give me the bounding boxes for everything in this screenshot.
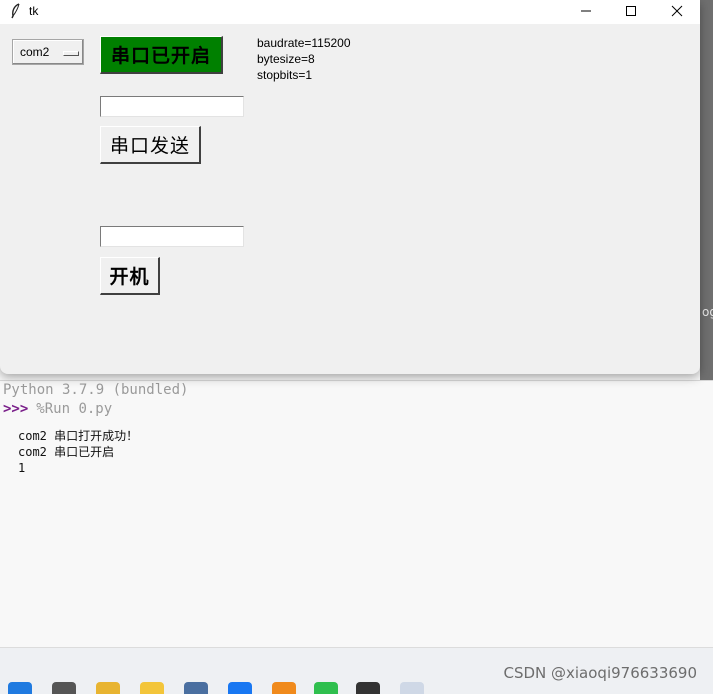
send-button[interactable]: 串口发送 — [100, 126, 201, 164]
bytesize-label: bytesize=8 — [257, 52, 315, 66]
shell-prompt-line: >>> %Run 0.py — [3, 401, 112, 417]
shell-output-line: 1 — [18, 461, 26, 475]
wechat-icon[interactable] — [314, 682, 338, 694]
minimize-icon — [581, 10, 591, 12]
send-input[interactable] — [100, 96, 244, 117]
shell-command: %Run 0.py — [36, 401, 113, 417]
close-icon — [671, 5, 683, 17]
feather-icon — [11, 3, 20, 19]
background-window-edge — [700, 0, 713, 380]
calculator-icon[interactable] — [184, 682, 208, 694]
file-explorer-icon[interactable] — [96, 682, 120, 694]
port-select-value: com2 — [20, 45, 50, 59]
background-window-text: og — [702, 305, 713, 319]
shell-banner: Python 3.7.9 (bundled) — [3, 382, 189, 398]
open-port-button[interactable]: 串口已开启 — [100, 36, 223, 74]
window-title: tk — [29, 4, 39, 18]
dropdown-indicator-icon — [63, 51, 79, 56]
shell-divider — [0, 380, 713, 381]
window-content: com2 串口已开启 baudrate=115200 bytesize=8 st… — [0, 24, 700, 374]
browser-icon[interactable] — [228, 682, 252, 694]
shell-prompt: >>> — [3, 401, 29, 417]
task-view-icon[interactable] — [52, 682, 76, 694]
title-bar[interactable]: tk — [0, 0, 700, 24]
close-button[interactable] — [654, 0, 700, 22]
windows-start-icon[interactable] — [8, 682, 32, 694]
watermark: CSDN @xiaoqi976633690 — [503, 664, 697, 682]
maximize-button[interactable] — [608, 0, 654, 22]
minimize-button[interactable] — [563, 0, 609, 22]
text-tool-icon[interactable] — [356, 682, 380, 694]
maximize-icon — [626, 6, 636, 16]
shell-output-line: com2 串口打开成功！ — [18, 429, 139, 443]
power-on-button[interactable]: 开机 — [100, 257, 160, 295]
baudrate-label: baudrate=115200 — [257, 36, 351, 50]
shell-output-line: com2 串口已开启 — [18, 445, 115, 459]
stopbits-label: stopbits=1 — [257, 68, 313, 82]
media-app-icon[interactable] — [272, 682, 296, 694]
star-app-icon[interactable] — [140, 682, 164, 694]
tk-window: tk com2 串口已开启 baudrate=115200 bytesize=8… — [0, 0, 700, 374]
tk-feather-icon[interactable] — [400, 682, 424, 694]
power-input[interactable] — [100, 226, 244, 247]
port-select[interactable]: com2 — [12, 39, 84, 65]
